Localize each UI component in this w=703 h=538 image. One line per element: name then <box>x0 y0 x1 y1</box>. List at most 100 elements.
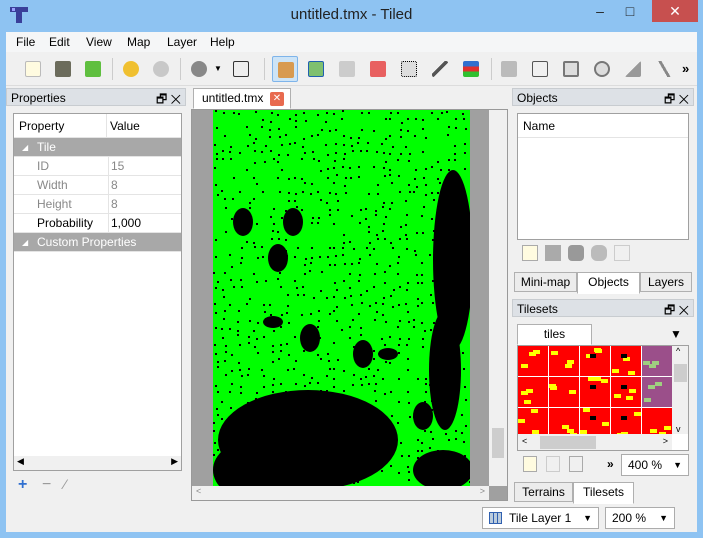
new-tileset-icon[interactable] <box>523 456 537 472</box>
insert-rectangle-button[interactable] <box>558 56 584 82</box>
tileset-zoom-select[interactable]: 400 % ▼ <box>621 454 689 476</box>
insert-ellipse-icon <box>594 61 610 77</box>
close-dock-icon[interactable]: ✕ <box>171 92 181 106</box>
add-object-layer-icon[interactable] <box>522 245 538 261</box>
close-dock-icon[interactable]: ✕ <box>679 92 689 106</box>
tileset-overflow-button[interactable]: » <box>607 457 614 471</box>
table-row[interactable]: ID 15 <box>14 157 181 176</box>
object-properties-icon[interactable] <box>614 245 630 261</box>
toolbar-overflow-button[interactable]: » <box>682 61 689 76</box>
select-same-tile-button[interactable] <box>458 56 484 82</box>
insert-rectangle-icon <box>563 61 579 77</box>
magic-wand-button[interactable] <box>427 56 453 82</box>
horizontal-scrollbar[interactable]: < > <box>518 434 672 450</box>
table-row[interactable]: Width 8 <box>14 176 181 195</box>
remove-property-icon[interactable]: − <box>42 476 51 494</box>
magic-wand-icon <box>432 61 448 77</box>
select-objects-button[interactable] <box>496 56 522 82</box>
column-value[interactable]: Value <box>106 114 140 138</box>
duplicate-layer-icon[interactable] <box>545 245 561 261</box>
commands-button[interactable] <box>186 56 212 82</box>
stamp-brush-icon <box>278 62 294 78</box>
tilesets-dock-header: Tilesets 🗗 ✕ <box>512 299 694 317</box>
tab-layers[interactable]: Layers <box>640 272 692 292</box>
save-button[interactable] <box>80 56 106 82</box>
chevron-down-icon[interactable]: ▼ <box>214 64 222 73</box>
properties-dock-header: Properties 🗗 ✕ <box>6 88 186 106</box>
menu-file[interactable]: File <box>16 35 35 49</box>
float-icon[interactable]: 🗗 <box>664 303 675 317</box>
tileset-view[interactable]: ^ v < > <box>517 345 689 451</box>
minimize-button[interactable]: – <box>585 0 615 22</box>
tile-layer-icon <box>489 512 502 524</box>
tileset-menu-icon[interactable]: ▼ <box>670 327 682 341</box>
map-zoom-select[interactable]: 200 % ▼ <box>605 507 675 529</box>
new-map-icon <box>25 61 41 77</box>
rename-property-icon[interactable]: ⁄ <box>64 476 66 492</box>
random-mode-button[interactable] <box>228 56 254 82</box>
float-icon[interactable]: 🗗 <box>664 92 675 106</box>
table-row[interactable]: Height 8 <box>14 195 181 214</box>
delete-icon[interactable] <box>568 245 584 261</box>
tab-terrains[interactable]: Terrains <box>514 482 573 502</box>
bucket-fill-icon <box>339 61 355 77</box>
vertical-scrollbar[interactable]: ^ v <box>672 346 688 434</box>
menu-help[interactable]: Help <box>210 35 235 49</box>
tab-tiles[interactable]: tiles <box>517 324 592 345</box>
eraser-icon <box>370 61 386 77</box>
insert-polyline-button[interactable] <box>651 56 677 82</box>
close-dock-icon[interactable]: ✕ <box>679 303 689 317</box>
close-tab-icon[interactable]: ✕ <box>270 92 284 106</box>
close-button[interactable]: ✕ <box>652 0 698 22</box>
column-property[interactable]: Property <box>19 114 64 138</box>
insert-polygon-button[interactable] <box>620 56 646 82</box>
add-property-icon[interactable]: + <box>18 476 27 494</box>
stamp-brush-button[interactable] <box>272 56 298 82</box>
terrain-brush-button[interactable] <box>303 56 329 82</box>
open-button[interactable] <box>50 56 76 82</box>
table-row[interactable]: Probability 1,000 <box>14 214 181 233</box>
properties-title: Properties <box>11 91 66 105</box>
commands-icon <box>191 61 207 77</box>
eraser-button[interactable] <box>365 56 391 82</box>
terrain-brush-icon <box>308 61 324 77</box>
tileset-image[interactable] <box>518 346 672 434</box>
menu-view[interactable]: View <box>86 35 112 49</box>
tab-objects[interactable]: Objects <box>577 272 640 294</box>
menu-layer[interactable]: Layer <box>167 35 197 49</box>
tab-mini-map[interactable]: Mini-map <box>514 272 577 292</box>
horizontal-scrollbar[interactable]: < > <box>192 486 489 500</box>
column-name[interactable]: Name <box>518 114 688 138</box>
layer-select[interactable]: Tile Layer 1 ▼ <box>482 507 599 529</box>
redo-icon <box>153 61 169 77</box>
undo-button[interactable] <box>118 56 144 82</box>
vertical-scrollbar[interactable] <box>489 110 507 486</box>
menu-edit[interactable]: Edit <box>49 35 70 49</box>
chevron-down-icon: ▼ <box>659 513 668 523</box>
map-canvas[interactable] <box>213 110 470 486</box>
export-tileset-icon[interactable] <box>569 456 583 472</box>
import-tileset-icon[interactable] <box>546 456 560 472</box>
edit-polygons-button[interactable] <box>527 56 553 82</box>
objects-list[interactable]: Name <box>517 113 689 240</box>
bucket-fill-button[interactable] <box>334 56 360 82</box>
group-custom-properties[interactable]: ◢ Custom Properties <box>14 233 181 252</box>
toolbar: ▼ » <box>6 52 697 86</box>
chevron-down-icon: ▼ <box>673 460 682 470</box>
insert-polyline-icon <box>656 61 672 77</box>
title-bar: untitled.tmx - Tiled – □ ✕ <box>0 0 703 32</box>
group-tile[interactable]: ◢ Tile <box>14 138 181 157</box>
select-objects-icon <box>501 61 517 77</box>
new-map-button[interactable] <box>20 56 46 82</box>
map-view[interactable]: < > <box>191 109 508 501</box>
maximize-button[interactable]: □ <box>615 0 645 22</box>
horizontal-scrollbar[interactable]: ◀ ▶ <box>14 456 181 470</box>
menu-map[interactable]: Map <box>127 35 150 49</box>
tab-untitled-tmx[interactable]: untitled.tmx ✕ <box>193 88 291 109</box>
rect-select-button[interactable] <box>396 56 422 82</box>
tab-tilesets[interactable]: Tilesets <box>573 482 634 504</box>
insert-ellipse-button[interactable] <box>589 56 615 82</box>
redo-button[interactable] <box>148 56 174 82</box>
float-icon[interactable]: 🗗 <box>156 92 167 106</box>
move-to-layer-icon[interactable] <box>591 245 607 261</box>
